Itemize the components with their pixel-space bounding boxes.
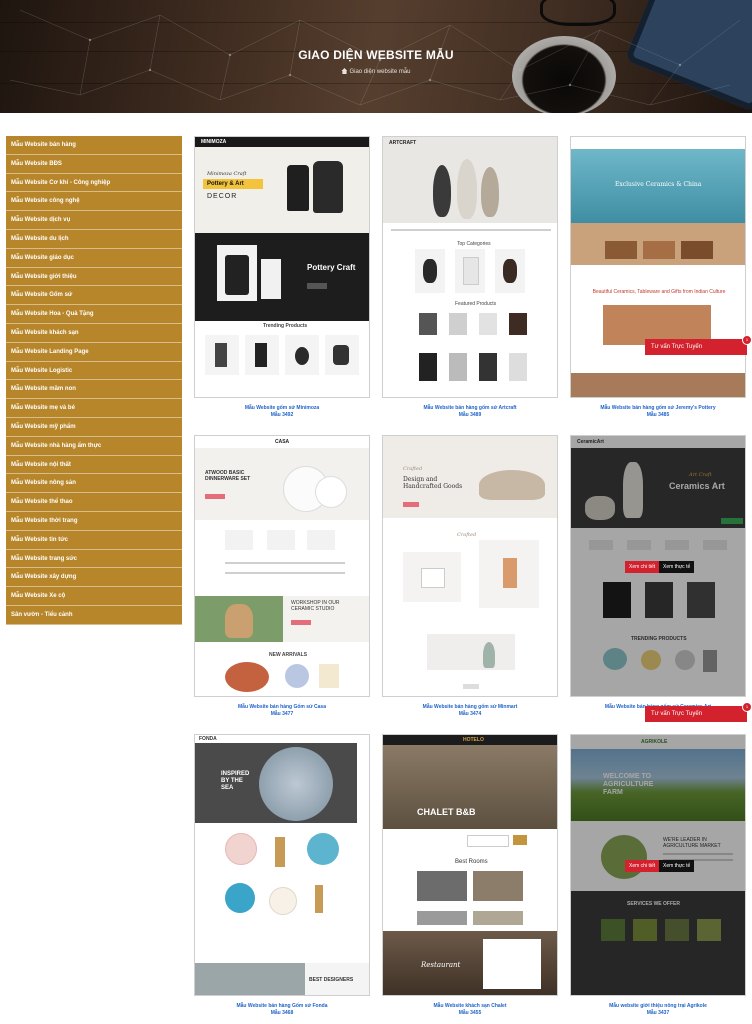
view-detail-button[interactable]: Xem chi tiết	[625, 561, 660, 573]
sidebar-item-the-thao[interactable]: Mẫu Website thể thao	[6, 493, 182, 512]
breadcrumb-current: Giao diện website mẫu	[349, 69, 411, 75]
sidebar-item-trang-suc[interactable]: Mẫu Website trang sức	[6, 550, 182, 569]
view-demo-button[interactable]: Xem thực tế	[659, 860, 695, 872]
template-title-link[interactable]: Mẫu Website bán hàng Gốm sứ Fonda	[194, 1003, 370, 1009]
template-id: Mẫu 3437	[646, 1010, 670, 1016]
sidebar-item-bds[interactable]: Mẫu Website BĐS	[6, 155, 182, 174]
template-preview[interactable]: CeramicArt Art Craft Ceramics Art TRENDI…	[570, 435, 746, 697]
page-hero-banner: GIAO DIỆN WEBSITE MẪU Giao diện website …	[0, 0, 752, 113]
view-detail-button[interactable]: Xem chi tiết	[625, 860, 660, 872]
sidebar-item-du-lich[interactable]: Mẫu Website du lịch	[6, 230, 182, 249]
view-demo-button[interactable]: Xem thực tế	[659, 561, 695, 573]
template-preview[interactable]: Crafted Design and Handcrafted Goods Cra…	[382, 435, 558, 697]
sidebar-item-me-va-be[interactable]: Mẫu Website mẹ và bé	[6, 399, 182, 418]
sidebar-item-mam-non[interactable]: Mẫu Website mầm non	[6, 380, 182, 400]
sidebar-item-gioi-thieu[interactable]: Mẫu Website giới thiệu	[6, 268, 182, 287]
home-icon[interactable]	[341, 68, 348, 74]
template-title-link[interactable]: Mẫu Website bán hàng gốm sứ Minmart	[382, 704, 558, 710]
live-chat-button[interactable]: Tư vấn Trực Tuyến	[645, 706, 747, 722]
sidebar-item-co-khi[interactable]: Mẫu Website Cơ khí - Công nghiệp	[6, 174, 182, 193]
template-title-link[interactable]: Mẫu Website bán hàng gốm sứ Jeremy's Pot…	[570, 405, 746, 411]
chat-notification-badge: 1	[742, 702, 752, 712]
sidebar-item-gom-su[interactable]: Mẫu Website Gốm sứ	[6, 286, 182, 306]
template-id: Mẫu 3492	[270, 412, 294, 418]
sidebar-item-dich-vu[interactable]: Mẫu Website dịch vụ	[6, 211, 182, 230]
sidebar-item-my-pham[interactable]: Mẫu Website mỹ phẩm	[6, 418, 182, 437]
template-preview[interactable]: MINIMOZA Minimoza Craft Pottery & Art DE…	[194, 136, 370, 398]
breadcrumb[interactable]: Giao diện website mẫu	[0, 68, 752, 75]
sidebar-item-xay-dung[interactable]: Mẫu Website xây dựng	[6, 568, 182, 588]
page-title: GIAO DIỆN WEBSITE MẪU	[298, 48, 454, 62]
sidebar-item-nha-hang[interactable]: Mẫu Website nhà hàng ẩm thực	[6, 437, 182, 456]
template-title-link[interactable]: Mẫu Website bán hàng Gốm sứ Casa	[194, 704, 370, 710]
live-chat-button[interactable]: Tư vấn Trực Tuyến	[645, 339, 747, 355]
template-preview[interactable]: Exclusive Ceramics & China Beautiful Cer…	[570, 136, 746, 398]
template-preview[interactable]: AGRIKOLE WELCOME TO AGRICULTURE FARM WE'…	[570, 734, 746, 996]
sidebar-item-cong-nghe[interactable]: Mẫu Website công nghệ	[6, 192, 182, 212]
template-preview[interactable]: HOTELO CHALET B&B Best Rooms Restaurant	[382, 734, 558, 996]
template-preview[interactable]: ARTCRAFT Top Categories Featured Product…	[382, 136, 558, 398]
sidebar-item-hoa-qua-tang[interactable]: Mẫu Website Hoa - Quà Tặng	[6, 305, 182, 324]
template-title-link[interactable]: Mẫu Website khách sạn Chalet	[382, 1003, 558, 1009]
sidebar-item-khach-san[interactable]: Mẫu Website khách sạn	[6, 324, 182, 343]
sidebar-item-landing-page[interactable]: Mẫu Website Landing Page	[6, 343, 182, 362]
template-id: Mẫu 3477	[270, 711, 294, 717]
template-id: Mẫu 3455	[458, 1010, 482, 1016]
sidebar-item-nong-san[interactable]: Mẫu Website nông sản	[6, 474, 182, 494]
template-preview[interactable]: CASA ATWOOD BASIC DINNERWARE SET WORKSHO…	[194, 435, 370, 697]
template-title-link[interactable]: Mẫu Website bán hàng gốm sứ Artcraft	[382, 405, 558, 411]
sidebar-item-giao-duc[interactable]: Mẫu Website giáo dục	[6, 249, 182, 268]
template-id: Mẫu 3474	[458, 711, 482, 717]
template-id: Mẫu 3468	[270, 1010, 294, 1016]
sidebar-item-ban-hang[interactable]: Mẫu Website bán hàng	[6, 136, 182, 155]
chat-notification-badge: 1	[742, 335, 752, 345]
category-sidebar: Mẫu Website bán hàng Mẫu Website BĐS Mẫu…	[6, 136, 182, 625]
sidebar-item-san-vuon[interactable]: Sân vườn - Tiểu cảnh	[6, 606, 182, 625]
sidebar-item-tin-tuc[interactable]: Mẫu Website tin tức	[6, 531, 182, 550]
sidebar-item-noi-that[interactable]: Mẫu Website nội thất	[6, 456, 182, 475]
sidebar-item-logistic[interactable]: Mẫu Website Logistic	[6, 362, 182, 381]
sidebar-item-xe-co[interactable]: Mẫu Website Xe cộ	[6, 587, 182, 606]
template-id: Mẫu 3485	[646, 412, 670, 418]
sidebar-item-thoi-trang[interactable]: Mẫu Website thời trang	[6, 512, 182, 531]
template-title-link[interactable]: Mẫu website giới thiệu nông trại Agrikol…	[570, 1003, 746, 1009]
template-preview[interactable]: FONDA INSPIRED BY THE SEA BEST DESIGNERS	[194, 734, 370, 996]
template-id: Mẫu 3489	[458, 412, 482, 418]
template-title-link[interactable]: Mẫu Website gốm sứ Minimoza	[194, 405, 370, 411]
